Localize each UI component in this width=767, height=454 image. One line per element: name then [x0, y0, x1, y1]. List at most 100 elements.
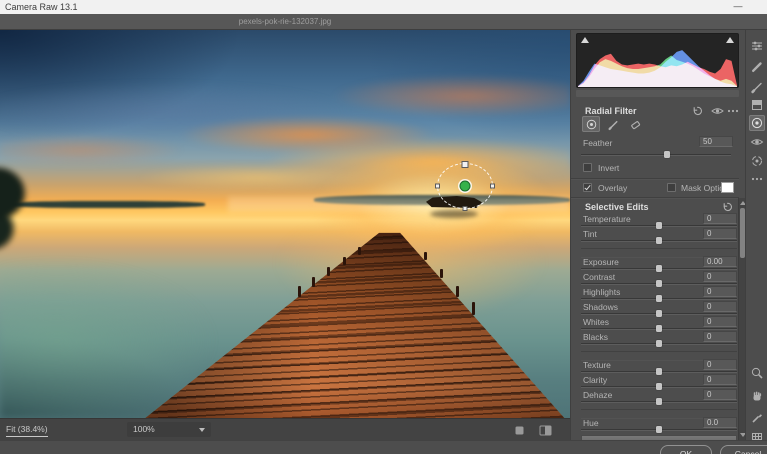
- eyedropper-icon[interactable]: [749, 410, 765, 426]
- adjustment-brush-icon[interactable]: [749, 79, 765, 95]
- slider-value-field[interactable]: 0: [703, 331, 737, 342]
- slider-row-shadows: Shadows 0: [581, 301, 737, 317]
- slider-value-field[interactable]: 0: [703, 286, 737, 297]
- slider-label: Shadows: [583, 302, 618, 312]
- radial-handle-top[interactable]: [461, 161, 469, 168]
- zoom-level-dropdown[interactable]: 100%: [127, 422, 211, 437]
- slider-track[interactable]: [581, 265, 737, 272]
- slider-row-blacks: Blacks 0: [581, 331, 737, 347]
- histogram[interactable]: [576, 33, 739, 88]
- slider-track[interactable]: [581, 310, 737, 317]
- selective-sliders: Temperature 0 Tint 0 Exposure 0.00 Contrast 0 Hi…: [581, 213, 737, 440]
- panel-menu-icon[interactable]: [727, 108, 741, 120]
- slider-row-clarity: Clarity 0: [581, 374, 737, 390]
- ok-button[interactable]: OK: [660, 445, 712, 454]
- radial-filter-overlay[interactable]: [435, 161, 495, 211]
- slider-value-field[interactable]: 0: [703, 316, 737, 327]
- selective-reset-icon[interactable]: [721, 201, 735, 213]
- slider-track[interactable]: [581, 398, 737, 405]
- slider-track[interactable]: [581, 295, 737, 302]
- slider-handle[interactable]: [656, 265, 662, 272]
- slider-handle[interactable]: [656, 426, 662, 433]
- slider-label: Highlights: [583, 287, 621, 297]
- left-trees-silhouette: [0, 158, 63, 259]
- slider-handle[interactable]: [656, 383, 662, 390]
- slider-handle[interactable]: [656, 398, 662, 405]
- radial-filter-icon[interactable]: [749, 115, 765, 131]
- slider-handle[interactable]: [656, 340, 662, 347]
- slider-value-field[interactable]: 0: [703, 389, 737, 400]
- red-eye-icon[interactable]: [749, 134, 765, 150]
- feather-slider-handle[interactable]: [663, 151, 670, 158]
- slider-row-exposure: Exposure 0.00: [581, 256, 737, 272]
- slider-row-whites: Whites 0: [581, 316, 737, 332]
- minimize-button[interactable]: —: [731, 0, 745, 12]
- slider-handle[interactable]: [656, 295, 662, 302]
- slider-handle[interactable]: [656, 310, 662, 317]
- hand-tool-icon[interactable]: [749, 388, 765, 404]
- title-bar: Camera Raw 13.1 —: [0, 0, 767, 14]
- eraser-tool-button[interactable]: [626, 116, 644, 132]
- slider-track[interactable]: [581, 383, 737, 390]
- slider-value-field[interactable]: 0: [703, 301, 737, 312]
- section-separator: [571, 197, 739, 198]
- wooden-pier: [145, 232, 565, 418]
- slider-handle[interactable]: [656, 280, 662, 287]
- image-preview-canvas[interactable]: [0, 30, 570, 418]
- radial-handle-left[interactable]: [435, 183, 440, 189]
- slider-track[interactable]: [581, 325, 737, 332]
- slider-handle[interactable]: [656, 325, 662, 332]
- slider-label: Dehaze: [583, 390, 613, 400]
- slider-handle[interactable]: [656, 222, 662, 229]
- before-after-view-icon[interactable]: [538, 423, 553, 437]
- radial-new-tool-button[interactable]: [582, 116, 600, 132]
- slider-track[interactable]: [581, 368, 737, 375]
- slider-track[interactable]: [581, 426, 737, 433]
- slider-value-field[interactable]: 0.0: [703, 417, 737, 428]
- zoom-fit-button[interactable]: Fit (38.4%): [6, 424, 48, 437]
- histogram-chart: [578, 50, 737, 87]
- slider-row-temperature: Temperature 0: [581, 213, 737, 229]
- edit-sliders-icon[interactable]: [749, 38, 765, 54]
- feather-value-field[interactable]: 50: [699, 136, 733, 147]
- slider-value-field[interactable]: 0: [703, 374, 737, 385]
- zoom-level-value: 100%: [133, 424, 155, 434]
- presets-icon[interactable]: [749, 153, 765, 169]
- checkmark-icon: [584, 183, 591, 191]
- slider-track[interactable]: [581, 280, 737, 287]
- panel-scrollbar[interactable]: [738, 198, 745, 440]
- selective-edits-title: Selective Edits: [585, 202, 649, 212]
- chevron-down-icon: [199, 428, 205, 432]
- cancel-button[interactable]: Cancel: [720, 445, 767, 454]
- slider-row-dehaze: Dehaze 0: [581, 389, 737, 405]
- slider-handle[interactable]: [656, 237, 662, 244]
- slider-value-field[interactable]: 0.00: [703, 256, 737, 267]
- slider-value-field[interactable]: 0: [703, 359, 737, 370]
- slider-label: Blacks: [583, 332, 609, 342]
- brush-tool-button[interactable]: [604, 116, 622, 132]
- healing-brush-icon[interactable]: [749, 59, 765, 75]
- preview-toggle-icon[interactable]: [512, 423, 527, 437]
- preview-eye-icon[interactable]: [711, 106, 725, 118]
- more-icon[interactable]: [749, 171, 765, 187]
- slider-track[interactable]: [581, 222, 737, 229]
- radial-filter-pin[interactable]: [459, 180, 471, 192]
- overlay-checkbox[interactable]: [583, 183, 592, 192]
- invert-checkbox[interactable]: [583, 163, 592, 172]
- radial-handle-bottom[interactable]: [462, 206, 468, 211]
- mask-color-swatch[interactable]: [721, 182, 734, 193]
- slider-track[interactable]: [581, 237, 737, 244]
- slider-track[interactable]: [581, 340, 737, 347]
- slider-value-field[interactable]: 0: [703, 213, 737, 224]
- graduated-filter-icon[interactable]: [749, 97, 765, 113]
- slider-value-field[interactable]: 0: [703, 228, 737, 239]
- reset-icon[interactable]: [691, 105, 705, 117]
- feather-slider-track[interactable]: [581, 151, 731, 158]
- pier-post: [424, 252, 427, 260]
- slider-handle[interactable]: [656, 368, 662, 375]
- image-filename-tab[interactable]: pexels-pok-rie-132037.jpg: [239, 14, 332, 30]
- mask-options-checkbox[interactable]: [667, 183, 676, 192]
- slider-value-field[interactable]: 0: [703, 271, 737, 282]
- radial-handle-right[interactable]: [490, 183, 495, 189]
- zoom-tool-icon[interactable]: [749, 365, 765, 381]
